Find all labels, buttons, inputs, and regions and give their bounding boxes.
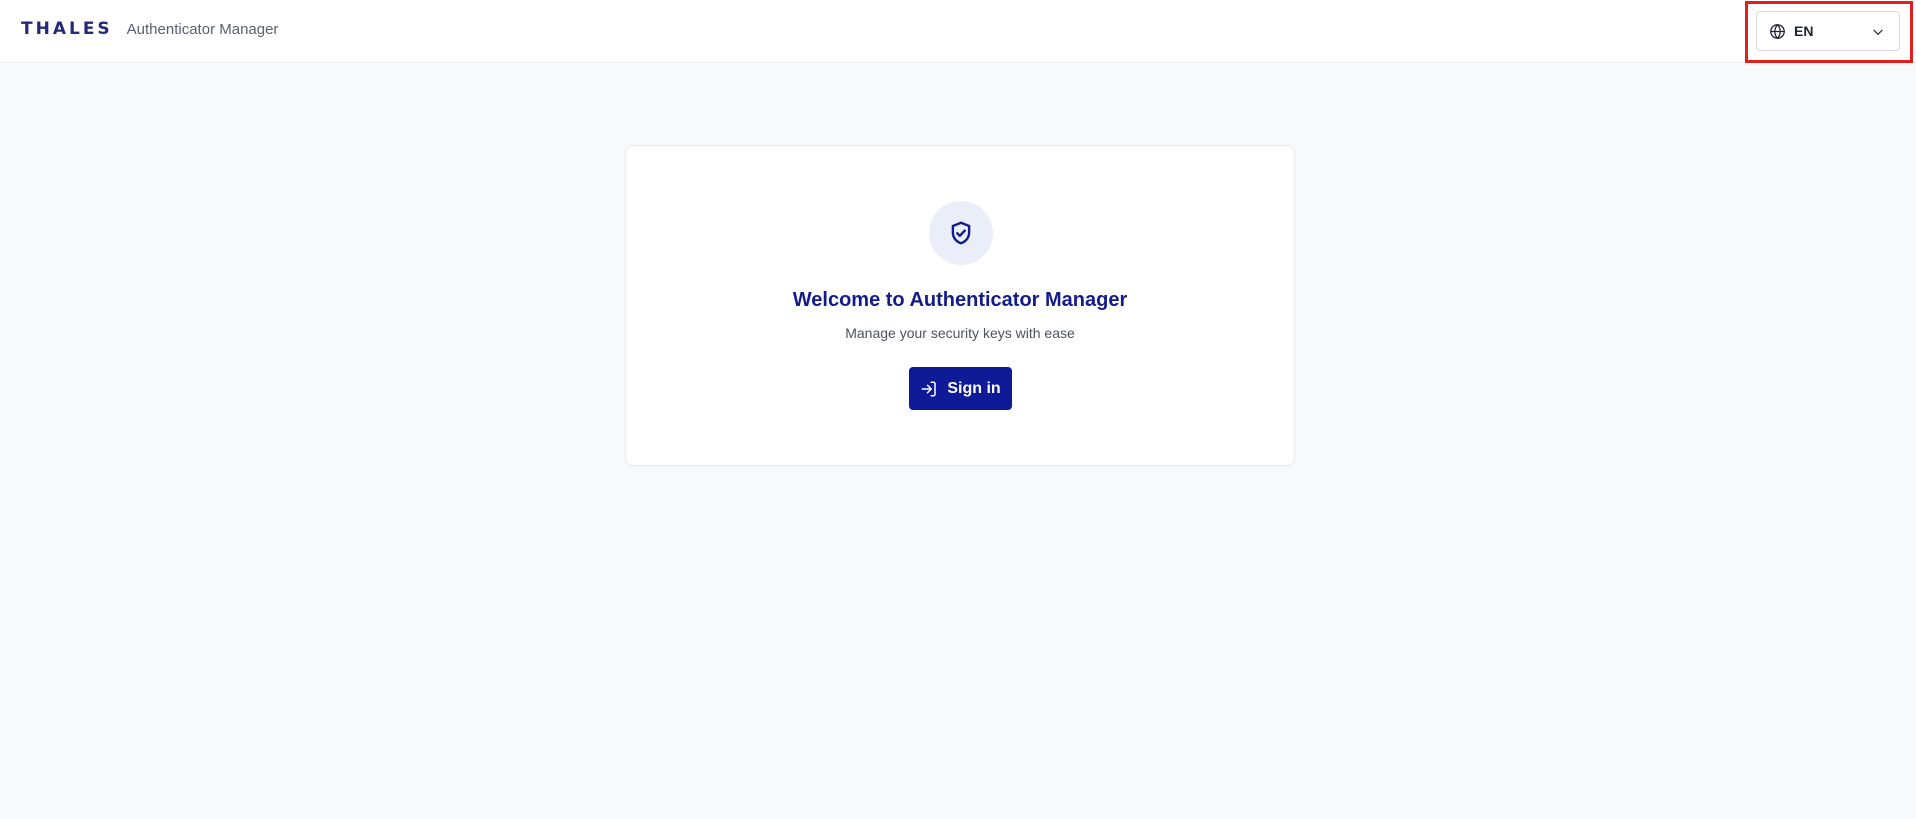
welcome-card: Welcome to Authenticator Manager Manage … — [625, 145, 1295, 466]
shield-icon-badge — [929, 201, 993, 265]
language-selector[interactable]: EN — [1756, 11, 1900, 51]
thales-logo[interactable]: THALES — [21, 19, 113, 39]
top-bar: THALES Authenticator Manager EN — [0, 0, 1916, 63]
welcome-subtitle: Manage your security keys with ease — [845, 325, 1075, 341]
language-code: EN — [1794, 23, 1814, 39]
app-name: Authenticator Manager — [126, 20, 279, 38]
brand: THALES Authenticator Manager — [21, 19, 278, 39]
sign-in-icon — [921, 381, 937, 396]
sign-in-label: Sign in — [947, 379, 1001, 397]
shield-check-icon — [951, 221, 971, 245]
globe-icon — [1770, 23, 1785, 40]
welcome-title: Welcome to Authenticator Manager — [792, 289, 1128, 311]
sign-in-button[interactable]: Sign in — [909, 367, 1012, 410]
chevron-down-icon — [1873, 29, 1883, 35]
